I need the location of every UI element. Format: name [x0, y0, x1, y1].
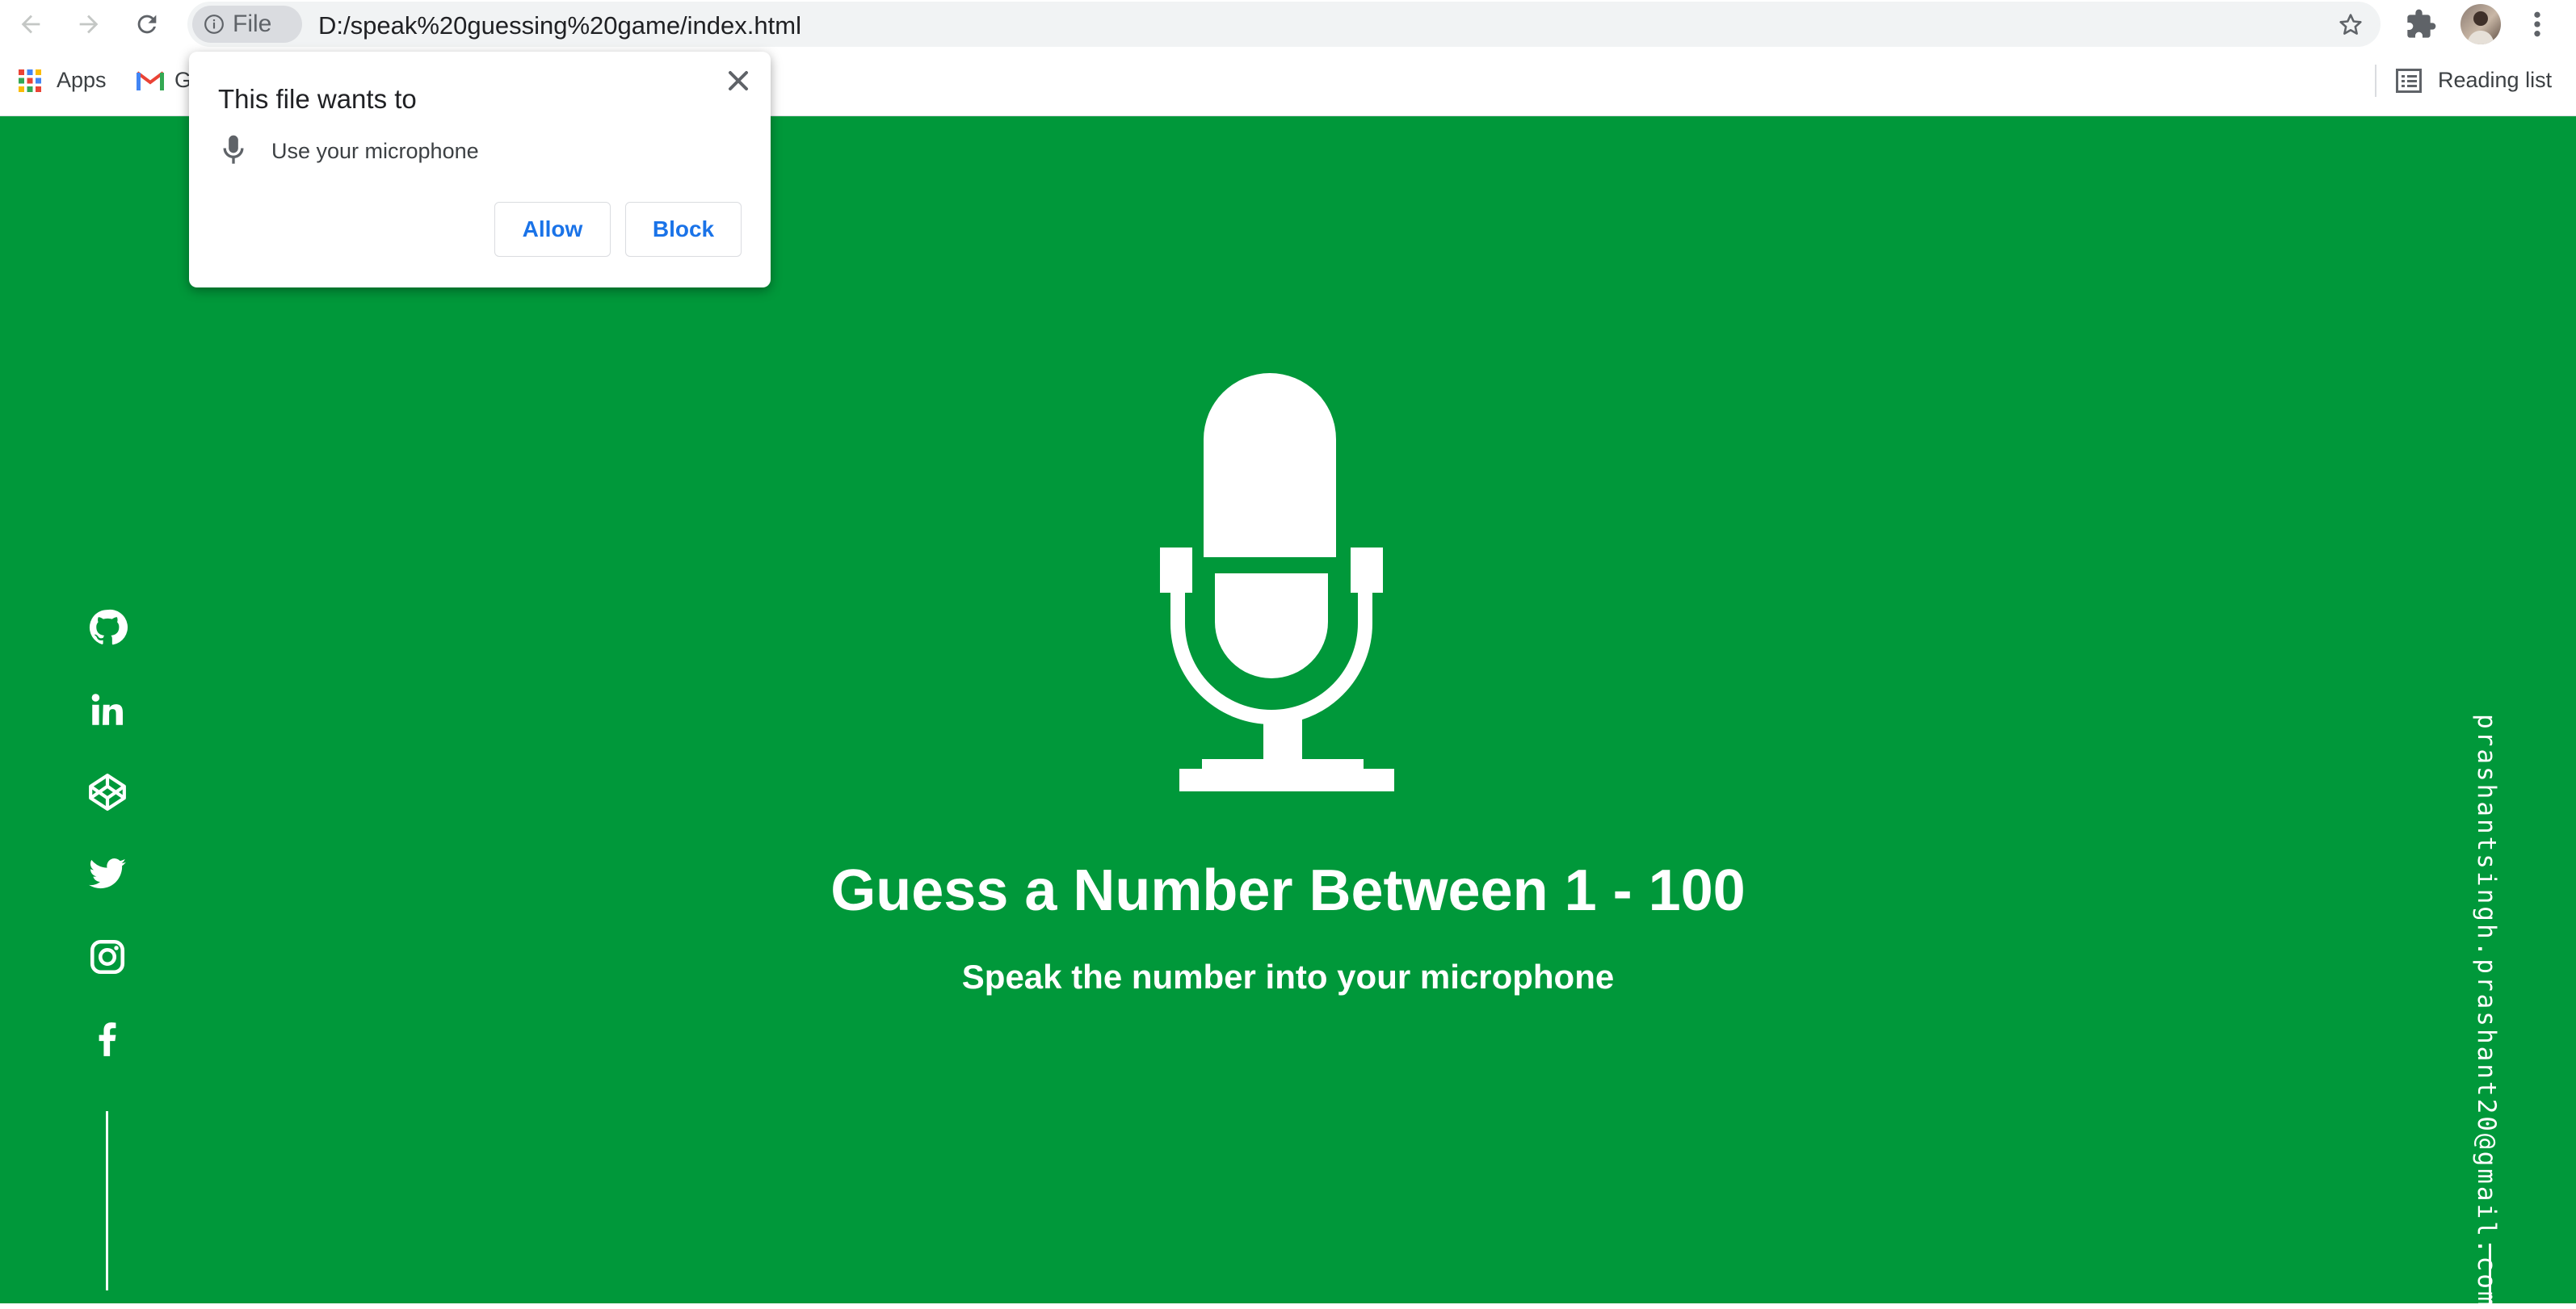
back-button[interactable] [13, 6, 48, 42]
close-icon[interactable] [722, 65, 754, 97]
email-divider-line [2489, 1244, 2491, 1303]
game-title: Guess a Number Between 1 - 100 [830, 858, 1746, 923]
reload-button[interactable] [129, 6, 165, 42]
contact-email[interactable]: prashantsingh.prashant20@gmail.com [2472, 714, 2501, 1309]
bookmark-apps-label: Apps [57, 68, 107, 92]
instagram-icon[interactable] [87, 937, 128, 977]
forward-button[interactable] [71, 6, 107, 42]
site-info-chip[interactable]: File [192, 6, 302, 43]
browser-toolbar: File D:/speak%20guessing%20game/index.ht… [0, 0, 2576, 48]
popup-heading: This file wants to [218, 84, 417, 114]
reading-list-button[interactable]: Reading list [2396, 68, 2552, 93]
game-page: Guess a Number Between 1 - 100 Speak the… [0, 116, 2576, 1309]
block-button[interactable]: Block [625, 202, 742, 257]
permission-text: Use your microphone [271, 139, 479, 163]
reload-icon [137, 15, 157, 34]
profile-avatar[interactable] [2460, 4, 2501, 44]
game-subtitle: Speak the number into your microphone [961, 958, 1615, 996]
github-icon[interactable] [87, 607, 128, 648]
reading-list-icon [2396, 68, 2422, 93]
twitter-icon[interactable] [87, 854, 128, 895]
url-text[interactable]: D:/speak%20guessing%20game/index.html [318, 11, 801, 40]
microphone-icon [1160, 373, 1394, 791]
info-icon [204, 15, 224, 34]
address-bar[interactable]: File D:/speak%20guessing%20game/index.ht… [187, 2, 2381, 47]
social-divider-line [106, 1111, 108, 1290]
microphone-permission-icon [223, 135, 244, 164]
extensions-puzzle-icon[interactable] [2405, 8, 2437, 40]
site-chip-label: File [233, 10, 272, 37]
allow-button[interactable]: Allow [494, 202, 611, 257]
person-icon [2467, 11, 2494, 44]
bookmark-star-icon[interactable] [2337, 11, 2364, 39]
facebook-icon[interactable] [87, 1019, 128, 1059]
apps-grid-icon [19, 69, 41, 92]
bookmark-gmail[interactable]: G [136, 68, 191, 93]
gmail-icon [136, 70, 165, 90]
reading-list-label: Reading list [2438, 68, 2553, 92]
linkedin-icon[interactable] [87, 690, 128, 730]
bookmarks-divider [2375, 65, 2376, 97]
codepen-icon[interactable] [87, 772, 128, 812]
permission-popup: This file wants to Use your microphone A… [189, 52, 771, 287]
forward-arrow-icon [79, 15, 99, 34]
more-menu-icon[interactable] [2525, 8, 2549, 40]
bookmark-apps[interactable]: Apps [18, 68, 107, 93]
back-arrow-icon [21, 15, 40, 34]
